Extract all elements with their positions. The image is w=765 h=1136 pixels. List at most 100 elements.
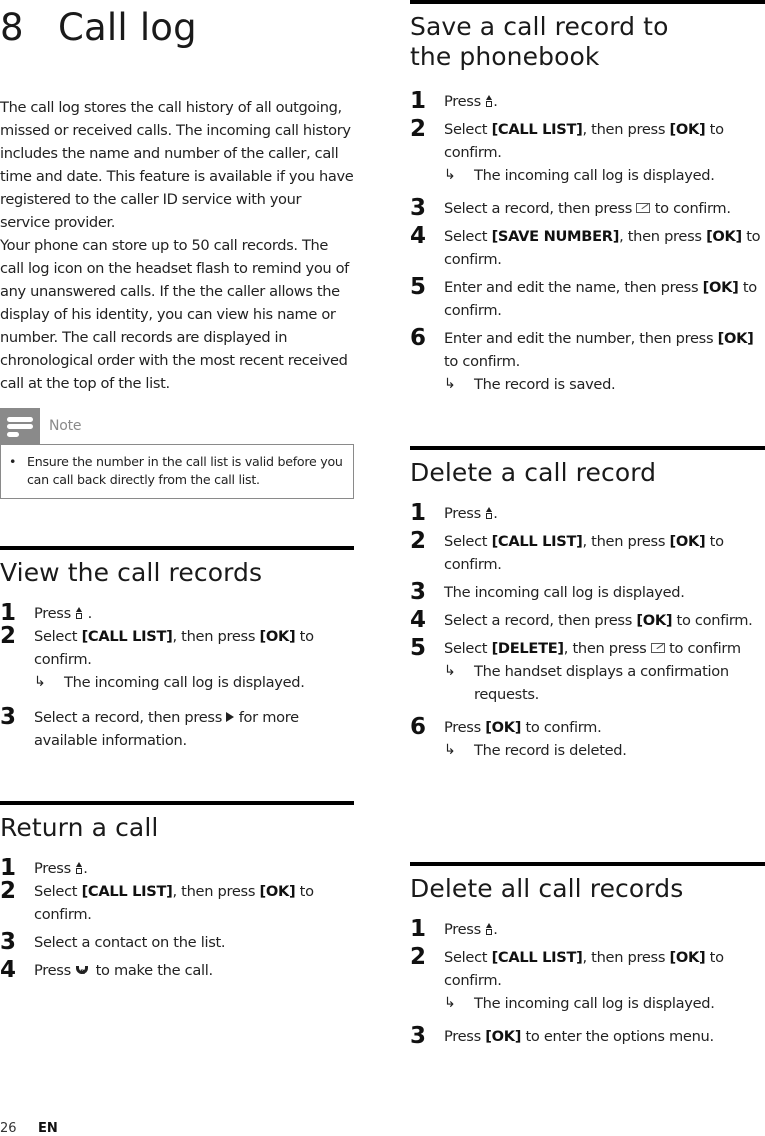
step-text: The incoming call log is displayed. [444,584,685,601]
section-divider [410,446,765,450]
step: 1 Press . [0,857,354,880]
note-body: • Ensure the number in the call list is … [0,444,354,499]
step: 4 Press to make the call. [0,957,354,985]
step: 4 Select [SAVE NUMBER], then press [OK] … [410,225,765,271]
result-text: The incoming call log is displayed. [474,995,715,1012]
step: 5 Enter and edit the name, then press [O… [410,276,765,322]
section-divider [410,862,765,866]
step-text: Press . [444,505,498,522]
step: 3 Select a record, then press to confirm… [410,197,765,220]
step-list: 1 Press . 2 Select [CALL LIST], then pre… [0,857,354,985]
step-number: 2 [0,878,16,904]
step-number: 1 [410,500,426,526]
step-number: 5 [410,274,426,300]
intro-paragraph-2: Your phone can store up to 50 call recor… [0,237,349,392]
step: 4 Select a record, then press [OK] to co… [410,609,765,632]
result-text: The handset displays a confirmation requ… [474,663,729,703]
step-text: Select a record, then press for more ava… [34,709,299,749]
menu-call-log-icon [485,95,493,107]
note-bullet: • [9,454,17,469]
step-text: Select [CALL LIST], then press [OK] to c… [444,949,724,989]
step-list: 1 Press . 2 Select [CALL LIST], then pre… [410,918,765,1048]
language-code: EN [38,1121,58,1136]
step-result: ↳ The handset displays a confirmation re… [410,660,765,706]
menu-call-log-icon [485,923,493,935]
step-number: 3 [0,704,16,730]
step-number: 2 [410,528,426,554]
step-result: ↳ The record is deleted. [410,739,765,762]
section-divider [410,0,765,4]
section-title: Return a call [0,813,159,842]
step: 3 Select a record, then press for more a… [0,706,354,752]
note-header: Note [0,408,354,444]
step-text: Press . [34,605,92,622]
step: 2 Select [CALL LIST], then press [OK] to… [410,530,765,576]
step: 5 Select [DELETE], then press to confirm [410,637,765,660]
step-number: 6 [410,325,426,351]
step: 2 Select [CALL LIST], then press [OK] to… [410,118,765,164]
step: 2 Select [CALL LIST], then press [OK] to… [410,946,765,992]
step-number: 3 [410,1023,426,1049]
softkey-confirm-icon [636,203,651,213]
result-arrow-icon: ↳ [444,742,456,758]
section-save-call-record: Save a call record to the phonebook 1 Pr… [410,0,765,396]
section-delete-call-record: Delete a call record 1 Press . 2 Select … [410,446,765,762]
step-text: Enter and edit the number, then press [O… [444,330,754,370]
step-text: Select [CALL LIST], then press [OK] to c… [34,883,314,923]
talk-recall-icon [75,961,91,984]
step-text: Select [CALL LIST], then press [OK] to c… [444,121,724,161]
step: 1 Press . [410,502,765,525]
chapter-name: Call log [58,6,197,49]
step-number: 6 [410,714,426,740]
step-text: Press [OK] to confirm. [444,719,602,736]
note-text: Ensure the number in the call list is va… [27,454,343,487]
step-result: ↳ The record is saved. [410,373,765,396]
softkey-confirm-icon [650,643,665,653]
step-text: Press . [34,860,88,877]
page-footer: 26 EN [0,1121,58,1136]
result-text: The incoming call log is displayed. [474,167,715,184]
result-arrow-icon: ↳ [444,663,456,679]
step-text: Press . [444,921,498,938]
intro-text: The call log stores the call history of … [0,96,354,395]
section-title: Delete all call records [410,874,684,903]
step-text: Select [DELETE], then press to confirm [444,640,741,657]
page-number: 26 [0,1121,17,1136]
menu-call-log-icon [75,607,83,619]
step-number: 1 [0,600,16,626]
step-list: 1 Press . 2 Select [CALL LIST], then pre… [0,602,354,752]
chapter-number: 8 [0,6,24,49]
step: 3 Press [OK] to enter the options menu. [410,1025,765,1048]
result-arrow-icon: ↳ [444,167,456,183]
step-number: 5 [410,635,426,661]
step: 6 Press [OK] to confirm. [410,716,765,739]
step-text: Press [OK] to enter the options menu. [444,1028,714,1045]
step-result: ↳ The incoming call log is displayed. [410,992,765,1015]
step-text: Select a record, then press to confirm. [444,200,731,217]
right-arrow-icon [226,712,235,722]
step-result: ↳ The incoming call log is displayed. [410,164,765,187]
step-text: Select a contact on the list. [34,934,226,951]
step-text: Enter and edit the name, then press [OK]… [444,279,757,319]
step: 3 Select a contact on the list. [0,931,354,954]
step-number: 4 [410,223,426,249]
note-box: Note • Ensure the number in the call lis… [0,408,354,499]
step: 6 Enter and edit the number, then press … [410,327,765,373]
section-view-call-records: View the call records 1 Press . 2 Select… [0,546,354,752]
menu-call-log-icon [75,862,83,874]
result-arrow-icon: ↳ [444,376,456,392]
step-number: 3 [410,195,426,221]
step-number: 1 [410,916,426,942]
step-number: 1 [410,88,426,114]
step-number: 4 [0,957,16,983]
step-number: 2 [410,944,426,970]
section-title: Delete a call record [410,458,657,487]
chapter-title: 8 Call log [0,2,197,54]
step-result: ↳ The incoming call log is displayed. [0,671,354,694]
note-icon [0,408,40,444]
step: 1 Press . [410,90,765,113]
step-text: Select a record, then press [OK] to conf… [444,612,753,629]
menu-call-log-icon [485,507,493,519]
result-arrow-icon: ↳ [34,674,46,690]
result-text: The record is saved. [474,376,616,393]
